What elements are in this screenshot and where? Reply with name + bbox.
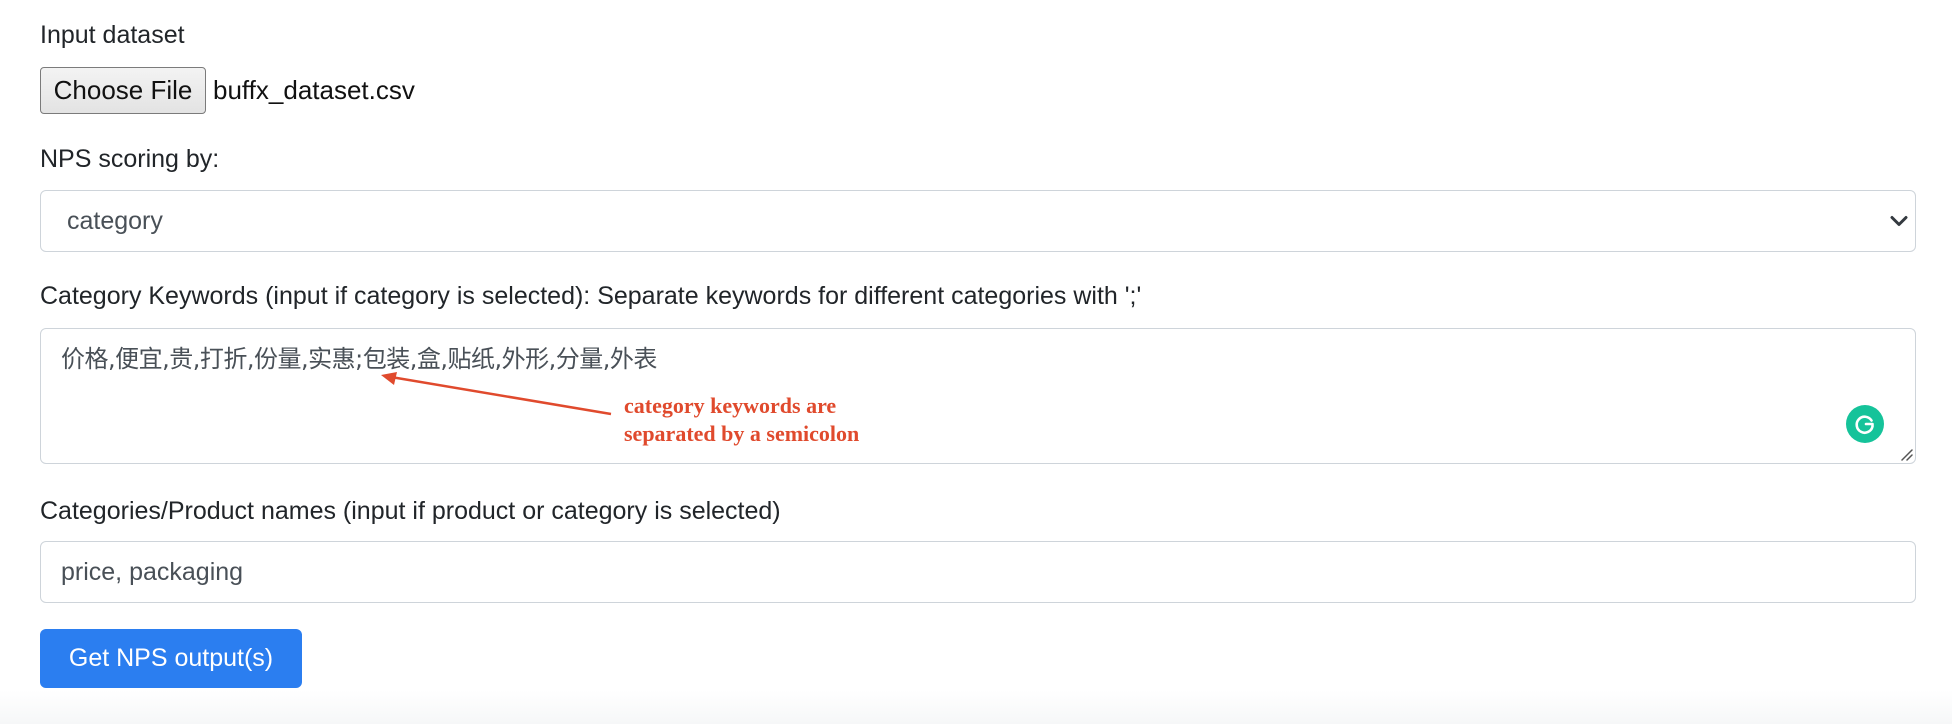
nps-scoring-selected-value: category — [67, 206, 163, 235]
grammarly-icon[interactable] — [1846, 405, 1884, 443]
category-keywords-label: Category Keywords (input if category is … — [40, 282, 1142, 310]
grammarly-g-glyph — [1855, 415, 1874, 434]
product-names-label: Categories/Product names (input if produ… — [40, 497, 781, 525]
nps-scoring-select[interactable]: category — [40, 190, 1916, 252]
product-names-input[interactable]: price, packaging — [40, 541, 1916, 603]
resize-handle-icon[interactable] — [1899, 447, 1913, 461]
product-names-value: price, packaging — [61, 557, 244, 586]
selected-file-name: buffx_dataset.csv — [213, 75, 415, 105]
nps-scoring-label: NPS scoring by: — [40, 145, 220, 173]
annotation-arrow — [381, 372, 612, 416]
annotation-note: category keywords are separated by a sem… — [624, 392, 859, 448]
file-input: Choose File buffx_dataset.csv — [40, 67, 415, 114]
annotation-line-2: separated by a semicolon — [624, 421, 860, 446]
choose-file-button[interactable]: Choose File — [40, 67, 206, 114]
annotation-line-1: category keywords are — [624, 393, 837, 418]
category-keywords-value: 价格,便宜,贵,打折,份量,实惠;包装,盒,贴纸,外形,分量,外表 — [61, 345, 657, 373]
input-dataset-label: Input dataset — [40, 21, 185, 49]
category-keywords-textarea[interactable]: 价格,便宜,贵,打折,份量,实惠;包装,盒,贴纸,外形,分量,外表 — [40, 328, 1916, 464]
get-nps-output-button[interactable]: Get NPS output(s) — [40, 629, 302, 688]
chevron-down-icon — [1890, 216, 1908, 226]
